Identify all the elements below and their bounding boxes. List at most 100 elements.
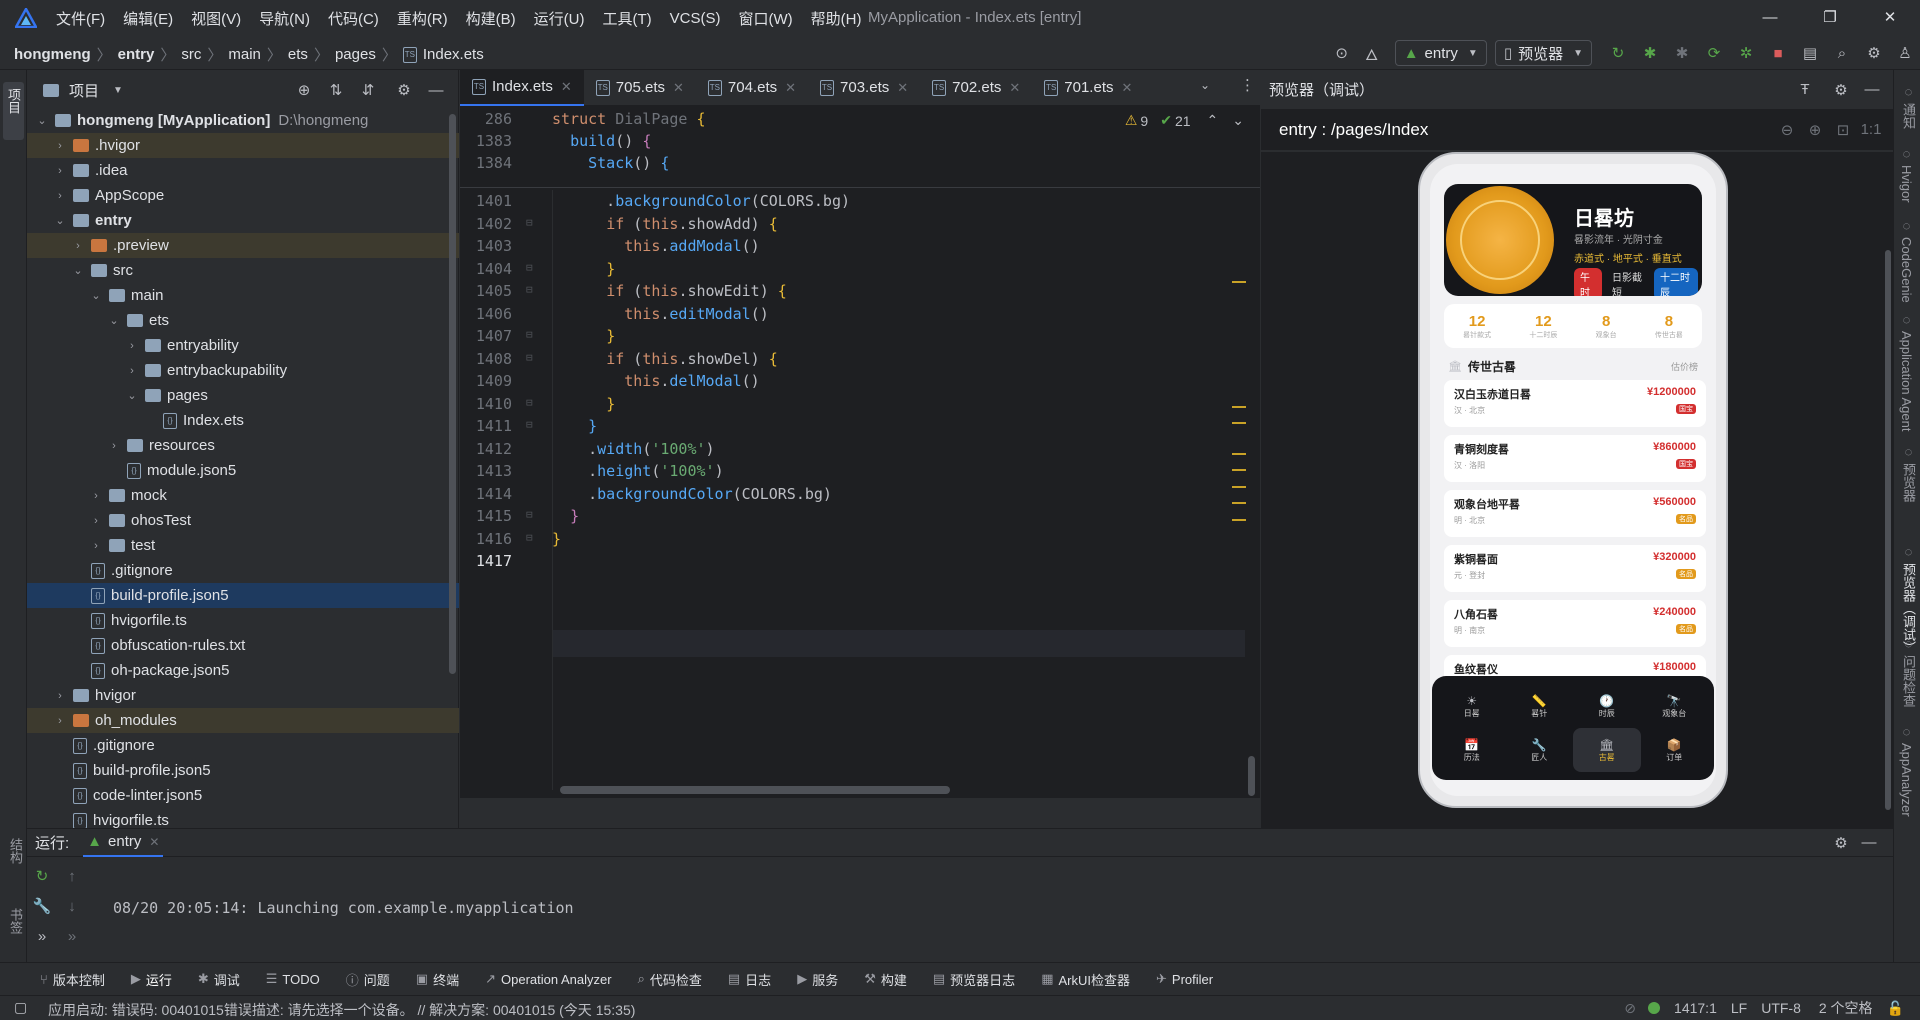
tool-window-button[interactable]: ✱ 调试 [198,970,240,989]
warning-mark[interactable] [1232,486,1246,488]
inspection-widget[interactable]: ⚠ 9 ✔ 21 ⌃ ⌄ [1125,112,1244,129]
encoding[interactable]: UTF-8 [1761,1000,1801,1016]
tool-window-button[interactable]: ⌕ 代码检查 [638,970,702,989]
fold-icon[interactable]: ⊟ [526,216,533,229]
editor-tab[interactable]: TS 702.ets ✕ [920,70,1032,106]
warning-mark[interactable] [1232,422,1246,424]
menu-item[interactable]: 帮助(H) [811,8,862,29]
more-icon[interactable]: » [27,921,57,951]
project-tool-button[interactable]: 项目 [3,82,24,140]
lock-icon[interactable]: 🔓 [1887,1000,1904,1017]
fold-icon[interactable]: ⊟ [526,396,533,409]
tool-window-button[interactable]: ☰ TODO [266,971,320,987]
account-icon[interactable]: ♙ [1890,44,1920,62]
close-icon[interactable]: ✕ [561,79,572,95]
tool-window-button[interactable]: ▶ 运行 [131,970,172,989]
scroll-up-icon[interactable]: ↑ [57,861,87,891]
tree-row[interactable]: › test [27,533,459,558]
right-tool-button[interactable]: ◌ Hvigor [1899,146,1914,203]
attach-debug-icon[interactable]: ✱ [1666,44,1698,62]
chevron-right-icon[interactable]: › [53,140,67,152]
tree-row[interactable]: ⌄ src [27,258,459,283]
chevron-right-icon[interactable]: › [125,365,139,377]
restore-icon[interactable]: ❐ [1800,0,1860,34]
breadcrumb-item[interactable]: pages [335,46,376,63]
horizontal-scrollbar[interactable] [560,786,950,794]
close-icon[interactable]: ✕ [673,80,684,96]
tree-row[interactable]: {} build-profile.json5 [27,758,459,783]
list-item[interactable]: 紫铜晷面元 · 登封 ¥320000 名品 [1444,545,1706,592]
caret-position[interactable]: 1417:1 [1674,1000,1717,1016]
menu-item[interactable]: 导航(N) [259,8,310,29]
chevron-down-icon[interactable]: ⌄ [53,214,67,227]
nav-item[interactable]: 📦 订单 [1641,728,1709,772]
preview-scrollbar[interactable] [1885,250,1891,810]
tree-row[interactable]: › AppScope [27,183,459,208]
zoom-in-icon[interactable]: ⊕ [1801,121,1829,139]
status-message[interactable]: 应用启动: 错误码: 00401015错误描述: 请先选择一个设备。 // 解决… [48,1000,635,1020]
tree-row[interactable]: › .hvigor [27,133,459,158]
tree-row[interactable]: › entrybackupability [27,358,459,383]
chevron-right-icon[interactable]: › [53,715,67,727]
tool-window-button[interactable]: ⑂ 版本控制 [40,970,105,989]
tree-row[interactable]: › .preview [27,233,459,258]
chevron-right-icon[interactable]: › [53,190,67,202]
tree-row[interactable]: {} oh-package.json5 [27,658,459,683]
warning-mark[interactable] [1232,469,1246,471]
menu-item[interactable]: 视图(V) [191,8,241,29]
tree-row[interactable]: › oh_modules [27,708,459,733]
close-icon[interactable]: ✕ [1860,0,1920,34]
profile-icon[interactable]: ✲ [1730,44,1762,62]
run-tab[interactable]: ▲ entry ✕ [83,829,164,857]
tree-row[interactable]: ⌄ hongmeng [MyApplication] D:\hongmeng [27,108,459,133]
warning-mark[interactable] [1232,406,1246,408]
tree-row[interactable]: › hvigor [27,683,459,708]
warning-mark[interactable] [1232,453,1246,455]
right-tool-button[interactable]: ◌ 问题检查 [1899,636,1918,707]
nav-item[interactable]: 🔧 匠人 [1506,728,1574,772]
stop-icon[interactable]: ■ [1762,45,1794,62]
fold-icon[interactable]: ⊟ [526,418,533,431]
bug-icon[interactable]: 🜂 [1357,38,1387,69]
tree-row[interactable]: {} module.json5 [27,458,459,483]
structure-tool-button[interactable]: 结构 [6,838,25,864]
device-screen[interactable]: 日晷坊 晷影流年 · 光阴寸金 赤道式 · 地平式 · 垂直式 午时 日影截短 十二… [1430,164,1716,796]
breadcrumb-item[interactable]: main [228,46,261,63]
editor-tab[interactable]: TS 705.ets ✕ [584,70,696,106]
fold-icon[interactable]: ⊟ [526,508,533,521]
list-item[interactable]: 汉白玉赤道日晷汉 · 北京 ¥1200000 国宝 [1444,380,1706,427]
prev-highlight-icon[interactable]: ⌃ [1207,112,1219,129]
more-icon[interactable]: » [57,921,87,951]
tree-row[interactable]: {} build-profile.json5 [27,583,459,608]
panel-toggle-icon[interactable]: ▢ [14,999,27,1016]
list-item[interactable]: 八角石晷明 · 南京 ¥240000 名品 [1444,600,1706,647]
menu-item[interactable]: 窗口(W) [738,8,792,29]
breadcrumb-item[interactable]: ets [288,46,308,63]
list-item[interactable]: 青铜刻度晷汉 · 洛阳 ¥860000 国宝 [1444,435,1706,482]
chevron-down-icon[interactable]: ⌄ [107,314,121,327]
tabs-more-icon[interactable]: ⌄ [1200,78,1210,92]
gear-icon[interactable]: ⚙ [384,81,424,99]
close-icon[interactable]: ✕ [785,80,796,96]
breadcrumb-item[interactable]: Index.ets [423,46,484,63]
menu-item[interactable]: 编辑(E) [123,8,173,29]
fold-icon[interactable]: ⊟ [526,351,533,364]
nav-item[interactable]: ☀ 日晷 [1438,684,1506,728]
gear-icon[interactable]: ⚙ [1823,81,1859,99]
nav-item[interactable]: 🏛 古晷 [1573,728,1641,772]
nav-item[interactable]: 📏 晷针 [1506,684,1574,728]
right-tool-button[interactable]: ◌ 预览器 [1899,444,1918,502]
breadcrumb-item[interactable]: entry [118,46,155,63]
vertical-scrollbar[interactable] [1248,756,1255,796]
fold-icon[interactable]: ⊟ [526,283,533,296]
tree-row[interactable]: ⌄ entry [27,208,459,233]
chevron-down-icon[interactable]: ⌄ [89,289,103,302]
warning-mark[interactable] [1232,281,1246,283]
device-manager-icon[interactable]: ▤ [1794,44,1826,62]
minimize-icon[interactable]: — [1740,0,1800,34]
tree-row[interactable]: › .idea [27,158,459,183]
tree-row[interactable]: {} code-linter.json5 [27,783,459,808]
scroll-down-icon[interactable]: ↓ [57,891,87,921]
fold-icon[interactable]: ⊟ [526,261,533,274]
expand-all-icon[interactable]: ⇅ [320,81,352,99]
